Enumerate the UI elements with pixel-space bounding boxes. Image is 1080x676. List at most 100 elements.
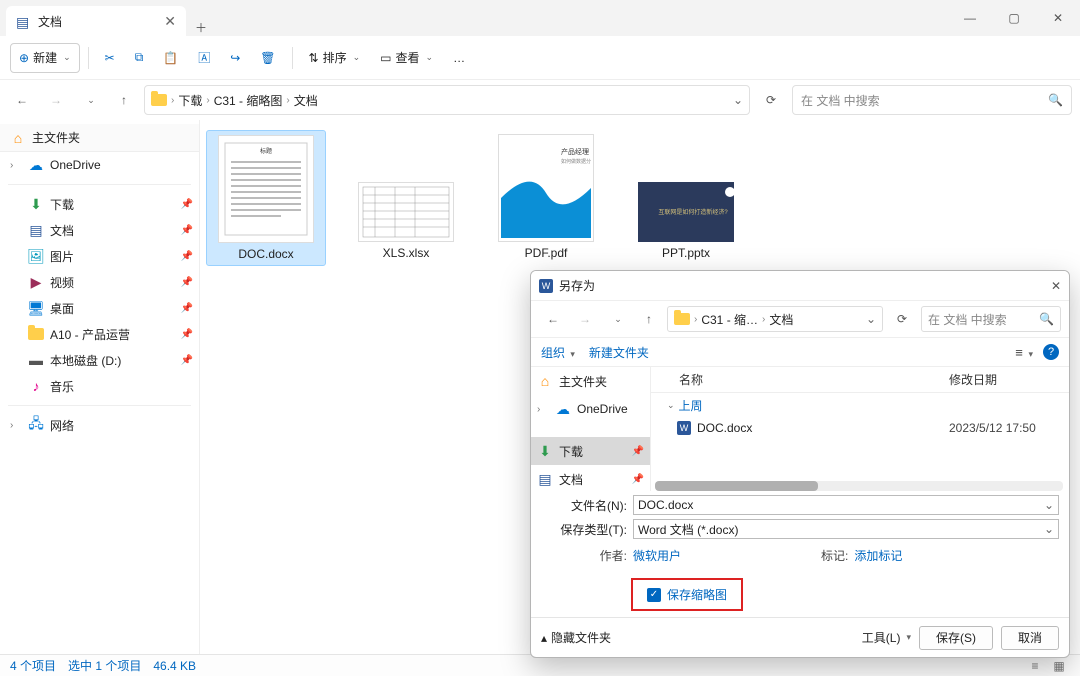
- expand-icon[interactable]: ›: [10, 160, 22, 171]
- new-tab-button[interactable]: ＋: [186, 19, 216, 36]
- maximize-button[interactable]: ▢: [992, 0, 1036, 36]
- share-button[interactable]: ↪: [222, 43, 248, 73]
- organize-button[interactable]: 组织 ▾: [541, 344, 575, 361]
- sidebar-item-videos[interactable]: ▶ 视频 📌: [0, 269, 199, 295]
- sidebar-label: 文档: [50, 222, 74, 239]
- filename-input[interactable]: DOC.docx: [633, 495, 1059, 515]
- tab-strip: ▤ 文档 ✕ ＋: [0, 0, 216, 36]
- expand-icon[interactable]: ›: [10, 420, 22, 431]
- sidebar-item-onedrive[interactable]: › ☁ OneDrive: [531, 395, 650, 423]
- recent-button[interactable]: ⌄: [76, 86, 104, 114]
- file-item-doc[interactable]: 标题 DOC.docx: [206, 130, 326, 266]
- tools-dropdown[interactable]: 工具(L)▾: [862, 629, 911, 646]
- help-button[interactable]: ?: [1043, 344, 1059, 360]
- pin-icon: 📌: [632, 474, 644, 485]
- recent-button[interactable]: ⌄: [603, 305, 631, 333]
- sidebar-item-home[interactable]: ⌂ 主文件夹: [0, 124, 199, 152]
- back-button[interactable]: ←: [539, 305, 567, 333]
- sidebar-item-desktop[interactable]: 🖥 桌面 📌: [0, 295, 199, 321]
- filetype-select[interactable]: Word 文档 (*.docx): [633, 519, 1059, 539]
- column-name[interactable]: 名称: [679, 371, 949, 388]
- sidebar-item-disk-d[interactable]: ▬ 本地磁盘 (D:) 📌: [0, 347, 199, 373]
- author-value[interactable]: 微软用户: [633, 547, 681, 564]
- cut-button[interactable]: ✂: [97, 43, 123, 73]
- sidebar-item-pictures[interactable]: 🖼 图片 📌: [0, 243, 199, 269]
- save-button[interactable]: 保存(S): [919, 626, 993, 650]
- chevron-right-icon: ›: [286, 95, 289, 106]
- dialog-nav-row: ← → ⌄ ↑ › C31 - 缩… › 文档 ⌄ ⟳ 在 文档 中搜索 🔍: [531, 301, 1069, 337]
- svg-text:产品经理: 产品经理: [561, 147, 589, 156]
- sidebar-item-a10[interactable]: A10 - 产品运营 📌: [0, 321, 199, 347]
- delete-button[interactable]: 🗑: [252, 43, 283, 73]
- close-dialog-button[interactable]: ✕: [1051, 279, 1061, 293]
- back-button[interactable]: ←: [8, 86, 36, 114]
- sidebar-item-music[interactable]: ♪ 音乐: [0, 373, 199, 399]
- copy-button[interactable]: ⧉: [127, 43, 152, 73]
- sidebar-item-downloads[interactable]: ⬇ 下载 📌: [531, 437, 650, 465]
- breadcrumb-bar[interactable]: › 下载 › C31 - 缩略图 › 文档 ⌄: [144, 85, 750, 115]
- tab-documents[interactable]: ▤ 文档 ✕: [6, 6, 186, 36]
- new-folder-button[interactable]: 新建文件夹: [589, 344, 649, 361]
- save-thumbnail-checkbox[interactable]: ✓ 保存缩略图: [631, 578, 743, 611]
- close-tab-icon[interactable]: ✕: [164, 13, 176, 30]
- folder-icon: [674, 313, 690, 325]
- file-name: XLS.xlsx: [383, 246, 430, 260]
- forward-button[interactable]: →: [42, 86, 70, 114]
- sort-button[interactable]: ⇅ 排序 ⌄: [301, 43, 369, 73]
- breadcrumb-item[interactable]: 文档: [294, 92, 318, 109]
- chevron-right-icon: ›: [206, 95, 209, 106]
- sidebar-item-onedrive[interactable]: › ☁ OneDrive: [0, 152, 199, 178]
- paste-button[interactable]: 📋: [155, 43, 186, 73]
- chevron-up-icon: ▴: [541, 631, 547, 645]
- tag-value[interactable]: 添加标记: [854, 547, 902, 564]
- breadcrumb-item[interactable]: 下载: [178, 92, 202, 109]
- column-date[interactable]: 修改日期: [949, 371, 1069, 388]
- selection-size: 46.4 KB: [153, 659, 196, 673]
- sidebar-item-downloads[interactable]: ⬇ 下载 📌: [0, 191, 199, 217]
- chevron-down-icon[interactable]: ⌄: [866, 312, 876, 326]
- refresh-button[interactable]: ⟳: [756, 93, 786, 107]
- forward-button[interactable]: →: [571, 305, 599, 333]
- breadcrumb-item[interactable]: 文档: [769, 311, 793, 328]
- onedrive-icon: ☁: [555, 401, 571, 417]
- file-row[interactable]: W DOC.docx 2023/5/12 17:50: [651, 416, 1069, 440]
- file-item-xls[interactable]: XLS.xlsx: [346, 130, 466, 264]
- search-input[interactable]: 在 文档 中搜索 🔍: [792, 85, 1072, 115]
- group-header-last-week[interactable]: ⌄ 上周: [651, 393, 1069, 416]
- new-button[interactable]: ⊕ 新建 ⌄: [10, 43, 80, 73]
- details-view-button[interactable]: ≡: [1024, 657, 1046, 675]
- up-button[interactable]: ↑: [635, 305, 663, 333]
- save-as-dialog: W 另存为 ✕ ← → ⌄ ↑ › C31 - 缩… › 文档 ⌄ ⟳ 在 文档…: [530, 270, 1070, 658]
- sidebar-item-documents[interactable]: ▤ 文档 📌: [531, 465, 650, 491]
- documents-icon: ▤: [537, 471, 553, 487]
- dialog-title: 另存为: [559, 277, 595, 294]
- more-button[interactable]: …: [445, 43, 473, 73]
- hide-folders-button[interactable]: ▴ 隐藏文件夹: [541, 629, 611, 646]
- file-item-pdf[interactable]: 产品经理如何做数据分析 PDF.pdf: [486, 130, 606, 264]
- dialog-breadcrumb[interactable]: › C31 - 缩… › 文档 ⌄: [667, 306, 883, 332]
- file-item-ppt[interactable]: 互联网是如何打造新经济? PPT.pptx: [626, 130, 746, 264]
- sidebar-label: A10 - 产品运营: [50, 326, 130, 343]
- thumbnails-view-button[interactable]: ▦: [1048, 657, 1070, 675]
- pin-icon: 📌: [181, 225, 193, 236]
- horizontal-scrollbar[interactable]: [655, 481, 1063, 491]
- sidebar-item-documents[interactable]: ▤ 文档 📌: [0, 217, 199, 243]
- view-button[interactable]: ▭ 查看 ⌄: [372, 43, 441, 73]
- close-window-button[interactable]: ✕: [1036, 0, 1080, 36]
- view-options-button[interactable]: ≡ ▾: [1015, 345, 1033, 360]
- doc-thumbnail-icon: 标题: [221, 139, 311, 239]
- sidebar-item-home[interactable]: ⌂ 主文件夹: [531, 367, 650, 395]
- up-button[interactable]: ↑: [110, 86, 138, 114]
- navigation-pane: ⌂ 主文件夹 › ☁ OneDrive ⬇ 下载 📌 ▤ 文档 📌: [0, 120, 200, 654]
- chevron-down-icon[interactable]: ⌄: [733, 93, 743, 107]
- minimize-button[interactable]: —: [948, 0, 992, 36]
- cancel-button[interactable]: 取消: [1001, 626, 1059, 650]
- refresh-button[interactable]: ⟳: [887, 312, 917, 326]
- breadcrumb-item[interactable]: C31 - 缩…: [701, 311, 758, 328]
- sidebar-item-network[interactable]: › 🖧 网络: [0, 412, 199, 438]
- rename-button[interactable]: 🄰: [190, 43, 218, 73]
- expand-icon[interactable]: ›: [537, 404, 549, 415]
- dialog-form: 文件名(N): DOC.docx 保存类型(T): Word 文档 (*.doc…: [531, 491, 1069, 617]
- dialog-search-input[interactable]: 在 文档 中搜索 🔍: [921, 306, 1061, 332]
- breadcrumb-item[interactable]: C31 - 缩略图: [214, 92, 283, 109]
